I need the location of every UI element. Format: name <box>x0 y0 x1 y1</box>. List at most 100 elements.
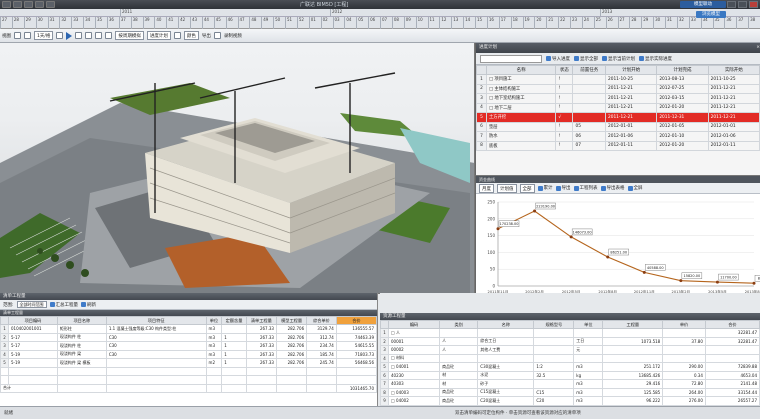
record-video-button[interactable]: 录制视频 <box>224 33 242 39</box>
stop-icon[interactable] <box>85 32 93 39</box>
schedule-row[interactable]: 7 防水! 06 2012-01-06 2012-01-10 2012-01-06 <box>476 131 760 142</box>
close-icon[interactable] <box>749 1 758 8</box>
pause-icon[interactable] <box>75 32 83 39</box>
bill-column-header[interactable]: 单位 <box>205 316 223 325</box>
minimize-icon[interactable] <box>727 1 736 8</box>
resource-column-header[interactable]: 合价 <box>704 320 760 329</box>
resource-row[interactable]: 1 □ 人 32281.47 <box>380 328 760 338</box>
plan-select[interactable]: 进度计划 <box>146 31 171 40</box>
resource-cell-price: 276.00 <box>662 396 706 406</box>
resource-column-header[interactable]: 名称 <box>477 320 535 329</box>
resource-row[interactable]: 5 □ 04001 商品砼 C30混凝土 1:2 m3 251.172 290.00 72839… <box>380 362 760 372</box>
resource-row[interactable]: 9 □ 04002 商品砼 C20混凝土 C20 m3 96.222 276.00 26557.… <box>380 396 760 406</box>
open-icon[interactable] <box>46 1 55 8</box>
save-icon[interactable] <box>13 1 22 8</box>
refresh-button[interactable]: 刷新 <box>81 302 96 308</box>
bill-column-header[interactable]: 定额含量 <box>221 316 247 325</box>
bill-row[interactable]: 1 010402001001 矩形柱 1.1 混凝土强度等级:C30 构件类型:柱 m3… <box>0 324 378 334</box>
bill-cell-unit: m3 <box>205 324 223 334</box>
bill-row[interactable]: 2 5-17 现浇构件 柱 C30 m3 1 267.33 282.706 312.74 7446… <box>0 332 378 342</box>
resource-row[interactable]: 6 40230 材水泥 32.5 kg 13685.426 0.34 4653.04 <box>380 370 760 380</box>
period-select[interactable]: 月度 <box>479 183 494 193</box>
row-number: 5 <box>476 112 487 123</box>
bill-column-header[interactable] <box>0 316 9 325</box>
bill-row[interactable]: 4 5-19 现浇构件 梁 C30 m3 1 267.33 282.706 185.74 7180… <box>0 349 378 359</box>
project-list-button[interactable]: 工程列表 <box>573 185 598 191</box>
scope-select[interactable]: 全部时间范围 <box>16 301 47 308</box>
bill-column-header[interactable]: 清单工程量 <box>245 316 277 325</box>
resource-row[interactable]: 4 □ 材料 <box>380 353 760 363</box>
timeline-tick: 33 <box>71 17 78 29</box>
mode-select[interactable]: 按周期模拟 <box>115 31 144 40</box>
fullscreen-button[interactable]: 全屏 <box>627 185 643 191</box>
curve-export-button[interactable]: 导出 <box>555 185 571 191</box>
view-label[interactable]: 视图 <box>2 33 11 39</box>
forward-icon[interactable] <box>95 32 103 39</box>
timeline-tick: 31 <box>47 17 55 29</box>
rewind-icon[interactable] <box>56 32 64 39</box>
camera-icon[interactable] <box>213 32 221 39</box>
timeline-tick: 16 <box>486 17 494 29</box>
play-icon[interactable] <box>66 31 73 40</box>
resource-row[interactable]: 8 □ 04003 商品砼 C15混凝土 C15 m3 125.585 264.00 33154… <box>380 387 760 397</box>
3d-viewport[interactable] <box>0 43 475 293</box>
resource-column-header[interactable]: 类别 <box>439 320 479 329</box>
summarize-quantity-button[interactable]: 汇总工程量 <box>49 302 78 308</box>
zoom-select[interactable]: 1天/格 <box>34 31 54 40</box>
export-label[interactable]: 导出 <box>202 33 211 39</box>
resource-column-header[interactable]: 编码 <box>387 320 441 329</box>
export-table-button[interactable]: 导出表格 <box>600 185 625 191</box>
resource-row[interactable]: 2 00001 人综合工日 工日 1073.518 37.80 32281.47 <box>380 336 760 346</box>
resource-column-header[interactable]: 规格型号 <box>533 320 575 329</box>
schedule-row[interactable]: 1 □ 项目施工! 2011-10-25 2013-08-13 2011-10-25 <box>476 74 760 85</box>
zoom-out-icon[interactable] <box>24 32 31 39</box>
schedule-row[interactable]: 6 垫层! 05 2012-01-01 2012-01-05 2012-01-01 <box>476 121 760 132</box>
bill-column-header[interactable]: 项目名称 <box>56 316 107 325</box>
import-schedule-button[interactable]: 导入进度 <box>546 56 570 62</box>
bill-column-header[interactable]: 项目编码 <box>8 316 58 325</box>
resource-row[interactable]: 7 40303 材砂子 m3 29.416 72.80 2141.48 <box>380 379 760 389</box>
bill-row[interactable]: 5 5-19 现浇构件 梁 模板 m2 1 267.33 282.706 245.74 5646… <box>0 358 378 368</box>
panel-close-icon[interactable]: × <box>756 43 760 53</box>
schedule-cell-ps: 2011-12-21 <box>604 102 658 113</box>
schedule-cell-as: 2011-12-21 <box>707 112 760 123</box>
bill-column-header[interactable]: 项目特征 <box>105 316 207 325</box>
schedule-row[interactable]: 3 □ 地下室结构施工! 2011-12-21 2012-03-15 2011-12-2… <box>476 93 760 104</box>
bill-column-header[interactable]: 合价 <box>335 316 378 325</box>
schedule-row[interactable]: 8 底板! 07 2012-01-11 2012-01-20 2012-01-11 <box>476 140 760 151</box>
timeline-ruler[interactable]: 2011 2012 2013 27 28 29 30 31 32 33 34 35 36 37 38 3… <box>0 9 760 29</box>
cumulative-button[interactable]: 累计 <box>537 185 553 191</box>
range-select[interactable]: 全部 <box>519 183 535 193</box>
schedule-row[interactable]: 4 □ 地下二层! 2011-12-21 2012-01-20 2011-12-21 <box>476 102 760 113</box>
undo-icon[interactable] <box>24 1 33 8</box>
resource-cell-unit: 元 <box>573 345 604 355</box>
color-select[interactable]: 颜色 <box>183 31 199 40</box>
timeline-tick: 38 <box>748 17 755 29</box>
settings-icon[interactable] <box>173 32 181 39</box>
zoom-in-icon[interactable] <box>14 32 21 39</box>
timeline-tick: 47 <box>237 17 245 29</box>
schedule-row[interactable]: 5 土方开挖 √ 2011-12-21 2011-12-31 2011-12-21 <box>476 112 760 123</box>
value-type-select[interactable]: 计划值 <box>497 183 517 193</box>
show-all-button[interactable]: 显示全部 <box>574 56 598 62</box>
schedule-cell-status: ! <box>555 93 574 104</box>
bill-column-header[interactable]: 综合单价 <box>306 316 337 325</box>
resource-column-header[interactable]: 单位 <box>573 320 604 329</box>
bill-row[interactable]: 3 5-17 现浇构件 柱 C30 m3 1 267.33 282.706 234.74 5461… <box>0 341 378 351</box>
resource-row[interactable]: 3 00002 人其他人工费 元 <box>380 345 760 355</box>
resource-column-header[interactable]: 单价 <box>662 320 706 329</box>
cumulative-icon <box>537 185 543 191</box>
browse-model-button[interactable]: 浏览模型 <box>696 11 726 18</box>
schedule-row[interactable]: 2 □ 主体结构施工! 2011-12-21 2012-07-25 2011-12-21 <box>476 83 760 94</box>
schedule-search-input[interactable] <box>480 54 542 63</box>
maximize-icon[interactable] <box>738 1 747 8</box>
bill-column-header[interactable]: 模型工程量 <box>275 316 308 325</box>
step-icon[interactable] <box>105 32 113 39</box>
resource-column-header[interactable] <box>380 320 389 329</box>
show-actual-progress-button[interactable]: 显示实际进度 <box>639 56 672 62</box>
brand-button[interactable]: 模型联动 <box>680 1 726 8</box>
redo-icon[interactable] <box>35 1 44 8</box>
app-menu-icon[interactable] <box>2 1 11 8</box>
resource-column-header[interactable]: 工程量 <box>602 320 664 329</box>
show-current-plan-button[interactable]: 显示当前计划 <box>602 56 635 62</box>
